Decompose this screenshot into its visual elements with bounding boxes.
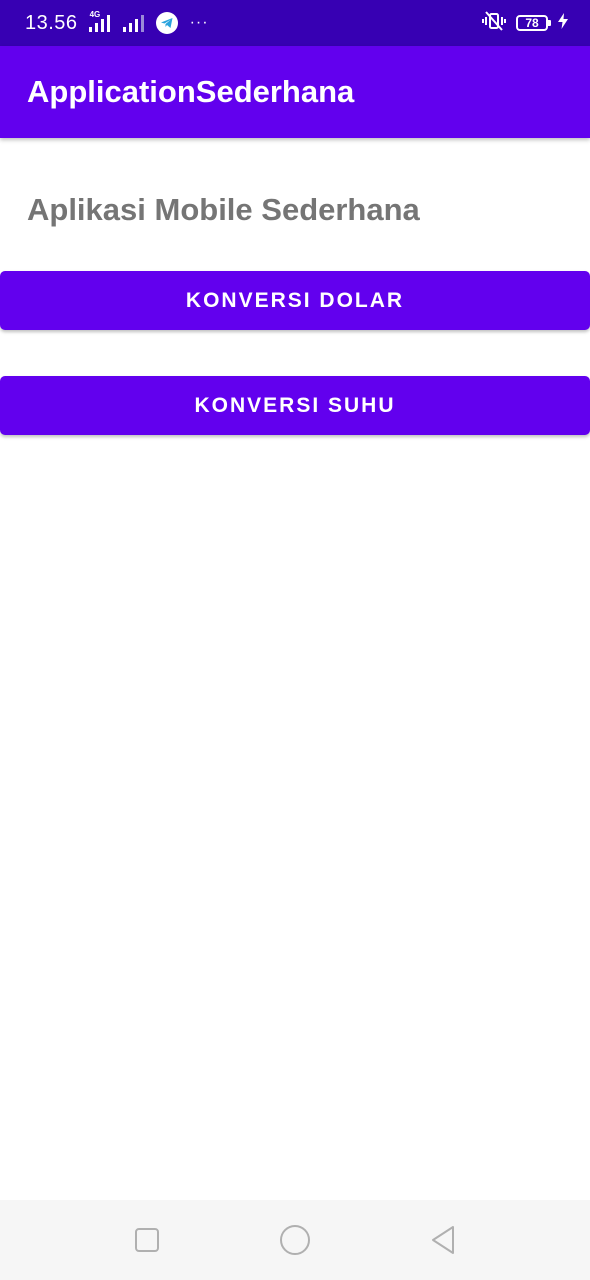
app-title: ApplicationSederhana (27, 74, 355, 109)
status-left: 13.56 4G ··· (25, 0, 209, 46)
app-bar: ApplicationSederhana (0, 46, 590, 138)
battery-level: 78 (525, 16, 539, 30)
battery-icon: 78 (516, 15, 551, 31)
signal-icon (122, 14, 146, 32)
recent-apps-icon[interactable] (127, 1220, 167, 1260)
back-icon[interactable] (423, 1220, 463, 1260)
signal-4g-icon: 4G (88, 10, 112, 32)
telegram-icon (155, 12, 178, 34)
status-time: 13.56 (25, 11, 78, 34)
status-right: 78 (482, 0, 568, 46)
vibrate-icon (482, 10, 506, 37)
konversi-dolar-button[interactable]: KONVERSI DOLAR (0, 271, 590, 330)
page-heading: Aplikasi Mobile Sederhana (27, 192, 420, 227)
navigation-bar (0, 1200, 590, 1280)
konversi-suhu-button[interactable]: KONVERSI SUHU (0, 376, 590, 435)
charging-icon (558, 12, 568, 34)
network-label: 4G (89, 10, 101, 19)
status-bar: 13.56 4G ··· 78 (0, 0, 590, 46)
more-indicator: ··· (189, 14, 209, 31)
home-icon[interactable] (275, 1220, 315, 1260)
